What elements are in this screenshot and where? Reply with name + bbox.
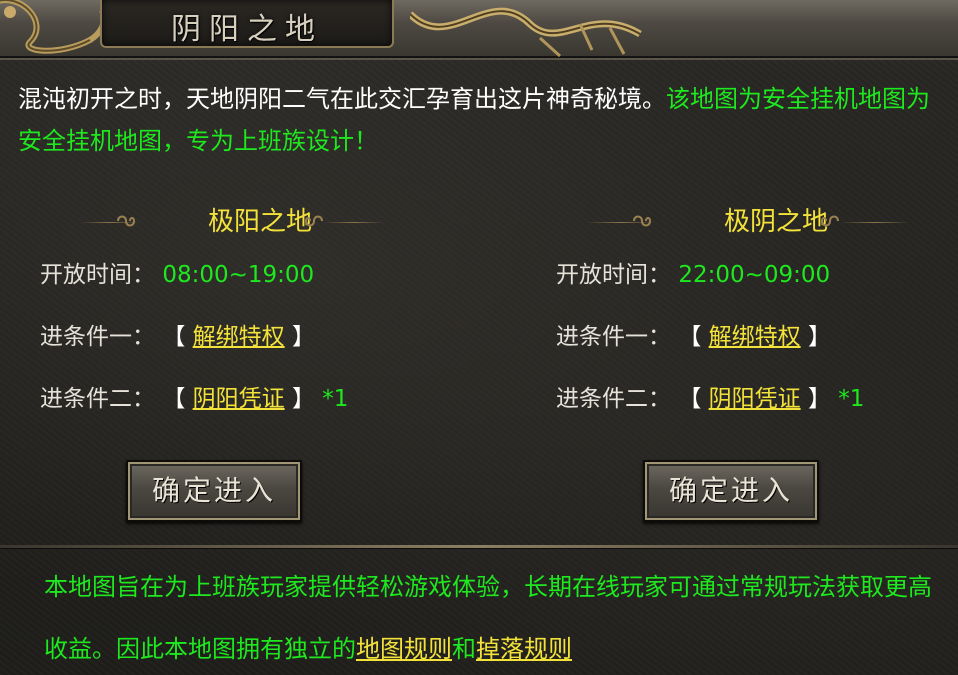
condition-two-row: 进条件二： 【 阴阳凭证 】 *1 xyxy=(556,368,958,430)
section-divider xyxy=(0,545,958,548)
scroll-knot-icon xyxy=(117,215,136,227)
bracket-close: 】 xyxy=(807,324,831,350)
page-title: 阴阳之地 xyxy=(171,12,323,47)
yinyang-voucher-link[interactable]: 阴阳凭证 xyxy=(709,386,801,412)
bracket-open: 【 xyxy=(162,324,186,350)
section-header: 极阴之地 xyxy=(556,200,958,244)
bracket-open: 【 xyxy=(678,324,702,350)
open-time-label: 开放时间： xyxy=(556,262,671,288)
section-header: 极阳之地 xyxy=(40,200,480,244)
bracket-open: 【 xyxy=(162,386,186,412)
condition-one-label: 进条件一： xyxy=(556,324,671,350)
scroll-knot-icon xyxy=(820,215,839,227)
enter-yin-zone-button[interactable]: 确定进入 xyxy=(643,460,819,522)
bracket-close: 】 xyxy=(807,386,831,412)
scroll-knot-icon xyxy=(304,215,323,227)
yang-zone-card: 极阳之地 开放时间： 08:00~19:00 进条件一： 【 解绑特权 】 进条… xyxy=(40,200,480,430)
voucher-quantity: *1 xyxy=(322,386,349,412)
dialog-panel: 阴阳之地 混沌初开之时，天地阴阳二气在此交汇孕育出这片神奇秘境。该地图为安全挂机… xyxy=(0,0,958,675)
open-time-value: 08:00~19:00 xyxy=(162,262,315,288)
zone-title: 极阳之地 xyxy=(207,207,312,237)
open-time-row: 开放时间： 22:00~09:00 xyxy=(556,244,958,306)
open-time-row: 开放时间： 08:00~19:00 xyxy=(40,244,480,306)
drop-rules-link[interactable]: 掉落规则 xyxy=(476,635,572,663)
map-rules-link[interactable]: 地图规则 xyxy=(356,635,452,663)
bracket-open: 【 xyxy=(678,386,702,412)
dragon-ornament-left-icon xyxy=(0,0,108,54)
bracket-close: 】 xyxy=(291,324,315,350)
footer-and: 和 xyxy=(452,635,476,663)
condition-two-label: 进条件二： xyxy=(40,386,155,412)
yin-zone-card: 极阴之地 开放时间： 22:00~09:00 进条件一： 【 解绑特权 】 进条… xyxy=(556,200,958,430)
open-time-label: 开放时间： xyxy=(40,262,155,288)
intro-white: 混沌初开之时，天地阴阳二气在此交汇孕育出这片神奇秘境。 xyxy=(18,85,666,113)
dragon-ornament-right-icon xyxy=(410,7,642,58)
condition-one-row: 进条件一： 【 解绑特权 】 xyxy=(556,306,958,368)
unbind-privilege-link[interactable]: 解绑特权 xyxy=(193,324,285,350)
bracket-close: 】 xyxy=(291,386,315,412)
condition-two-row: 进条件二： 【 阴阳凭证 】 *1 xyxy=(40,368,480,430)
unbind-privilege-link[interactable]: 解绑特权 xyxy=(709,324,801,350)
enter-yang-zone-button[interactable]: 确定进入 xyxy=(126,460,302,522)
title-plaque: 阴阳之地 xyxy=(100,0,394,48)
footer-notice: 本地图旨在为上班族玩家提供轻松游戏体验，长期在线玩家可通过常规玩法获取更高收益。… xyxy=(44,556,949,675)
condition-two-label: 进条件二： xyxy=(556,386,671,412)
yinyang-voucher-link[interactable]: 阴阳凭证 xyxy=(193,386,285,412)
condition-one-row: 进条件一： 【 解绑特权 】 xyxy=(40,306,480,368)
zone-title: 极阴之地 xyxy=(723,207,828,237)
ornament-line xyxy=(840,222,910,223)
scroll-knot-icon xyxy=(633,215,652,227)
intro-text: 混沌初开之时，天地阴阳二气在此交汇孕育出这片神奇秘境。该地图为安全挂机地图为安全… xyxy=(18,78,948,162)
condition-one-label: 进条件一： xyxy=(40,324,155,350)
ornament-line xyxy=(324,222,384,223)
voucher-quantity: *1 xyxy=(838,386,865,412)
header-bar: 阴阳之地 xyxy=(0,0,958,58)
open-time-value: 22:00~09:00 xyxy=(678,262,831,288)
